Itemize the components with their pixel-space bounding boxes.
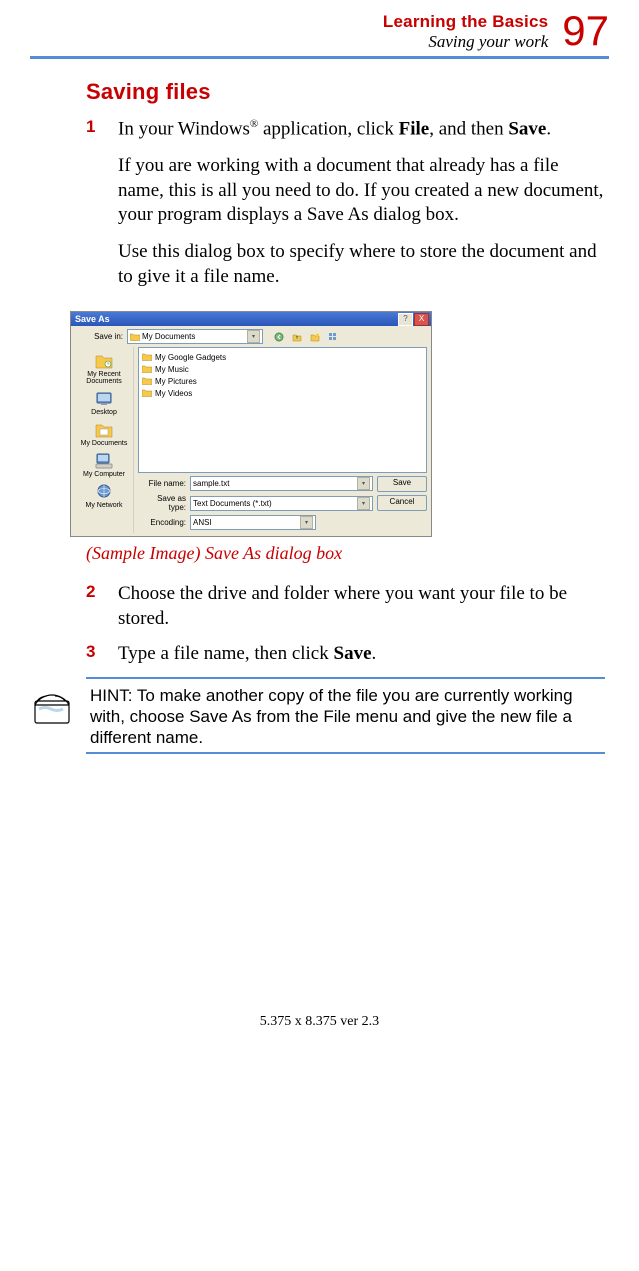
hint-icon: [30, 685, 74, 729]
step-2-number: 2: [86, 582, 100, 631]
registered-mark: ®: [250, 118, 258, 130]
list-item[interactable]: My Music: [142, 363, 423, 375]
place-recent[interactable]: My Recent Documents: [77, 349, 131, 387]
hint-text: HINT: To make another copy of the file y…: [90, 685, 601, 749]
up-folder-icon[interactable]: [289, 329, 304, 344]
place-mydocs-label: My Documents: [81, 440, 128, 447]
filename-value: sample.txt: [193, 479, 229, 488]
folder-icon: [142, 365, 152, 373]
step-3-text-a: Type a file name, then click: [118, 643, 334, 664]
savein-value: My Documents: [142, 332, 195, 341]
computer-icon: [93, 451, 115, 471]
views-icon[interactable]: [325, 329, 340, 344]
folder-icon: [142, 377, 152, 385]
savein-combo[interactable]: My Documents ▾: [127, 329, 263, 344]
image-caption: (Sample Image) Save As dialog box: [86, 543, 605, 564]
new-folder-icon[interactable]: [307, 329, 322, 344]
file-name: My Pictures: [155, 377, 197, 386]
header-rule: [30, 56, 609, 59]
help-button[interactable]: ?: [398, 313, 413, 326]
file-name: My Music: [155, 365, 189, 374]
step-1-text-a: In your Windows: [118, 118, 250, 139]
filename-label: File name:: [138, 479, 186, 488]
place-recent-label: My Recent Documents: [77, 371, 131, 385]
hint-rule-top: [86, 677, 605, 679]
close-button[interactable]: X: [414, 313, 429, 326]
mydocs-icon: [93, 420, 115, 440]
save-button[interactable]: Save: [377, 476, 427, 492]
step-3-number: 3: [86, 642, 100, 667]
dialog-title: Save As: [75, 314, 110, 324]
encoding-combo[interactable]: ANSI ▾: [190, 515, 316, 530]
cancel-button[interactable]: Cancel: [377, 495, 427, 511]
saveas-value: Text Documents (*.txt): [193, 499, 272, 508]
desktop-icon: [93, 389, 115, 409]
step-1-text-d: .: [546, 118, 551, 139]
folder-icon: [142, 353, 152, 361]
file-name: My Google Gadgets: [155, 353, 226, 362]
recent-icon: [93, 351, 115, 371]
page-number: 97: [562, 10, 609, 52]
saveas-combo[interactable]: Text Documents (*.txt) ▾: [190, 496, 373, 511]
step-1-number: 1: [86, 117, 100, 301]
step-1-bold-file: File: [399, 118, 430, 139]
place-mycomp[interactable]: My Computer: [77, 449, 131, 480]
save-as-dialog: Save As ? X Save in: My Documents ▾: [70, 311, 432, 537]
place-mycomp-label: My Computer: [83, 471, 125, 478]
step-1-text-b: application, click: [258, 118, 398, 139]
step-1-para2: Use this dialog box to specify where to …: [118, 240, 605, 289]
place-mynet[interactable]: My Network: [77, 480, 131, 511]
folder-icon: [130, 333, 140, 341]
chevron-down-icon: ▾: [300, 516, 313, 529]
place-desktop[interactable]: Desktop: [77, 387, 131, 418]
step-3-text-b: .: [372, 643, 377, 664]
step-1-para1: If you are working with a document that …: [118, 154, 605, 228]
footer-text: 5.375 x 8.375 ver 2.3: [30, 1014, 609, 1030]
file-name: My Videos: [155, 389, 192, 398]
saveas-label: Save as type:: [138, 494, 186, 512]
back-icon[interactable]: [271, 329, 286, 344]
chevron-down-icon: ▾: [357, 477, 370, 490]
list-item[interactable]: My Pictures: [142, 375, 423, 387]
place-desktop-label: Desktop: [91, 409, 117, 416]
chevron-down-icon: ▾: [357, 497, 370, 510]
step-3-body: Type a file name, then click Save.: [118, 642, 605, 667]
savein-label: Save in:: [75, 332, 123, 341]
step-2-body: Choose the drive and folder where you wa…: [118, 582, 605, 631]
heading-saving-files: Saving files: [86, 79, 605, 105]
chevron-down-icon: ▾: [247, 330, 260, 343]
step-1-text-c: , and then: [429, 118, 508, 139]
step-1-bold-save: Save: [508, 118, 546, 139]
step-1-body: In your Windows® application, click File…: [118, 117, 605, 301]
place-mynet-label: My Network: [86, 502, 123, 509]
file-list[interactable]: My Google Gadgets My Music My Pictures M…: [138, 347, 427, 473]
section-title: Saving your work: [383, 32, 548, 52]
network-icon: [93, 482, 115, 502]
list-item[interactable]: My Videos: [142, 387, 423, 399]
chapter-title: Learning the Basics: [383, 12, 548, 32]
dialog-titlebar: Save As ? X: [71, 312, 431, 326]
place-mydocs[interactable]: My Documents: [77, 418, 131, 449]
list-item[interactable]: My Google Gadgets: [142, 351, 423, 363]
folder-icon: [142, 389, 152, 397]
step-3-bold-save: Save: [334, 643, 372, 664]
encoding-value: ANSI: [193, 518, 212, 527]
encoding-label: Encoding:: [138, 518, 186, 527]
filename-input[interactable]: sample.txt ▾: [190, 476, 373, 491]
hint-rule-bottom: [86, 752, 605, 754]
